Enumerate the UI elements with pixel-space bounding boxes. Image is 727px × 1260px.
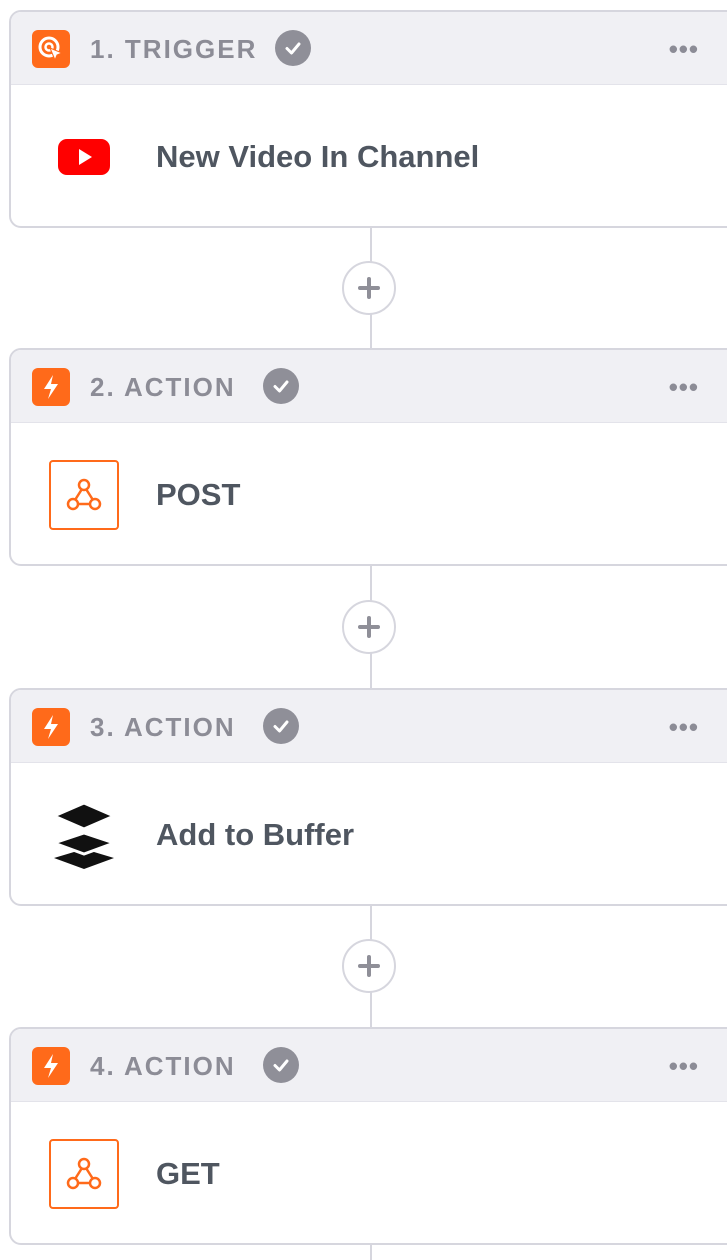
add-step-button[interactable] — [342, 261, 396, 315]
lightning-icon — [32, 708, 70, 746]
check-circle-icon — [263, 368, 299, 404]
step-name: New Video In Channel — [156, 139, 480, 174]
add-step-button[interactable] — [342, 600, 396, 654]
step-body[interactable]: POST — [11, 423, 727, 564]
plus-icon — [358, 277, 380, 299]
more-options-button[interactable]: ••• — [669, 1047, 699, 1085]
step-card-action-4[interactable]: 4. ACTION ••• GET — [9, 1027, 727, 1245]
step-card-action-2[interactable]: 2. ACTION ••• POST — [9, 348, 727, 566]
step-body[interactable]: GET — [11, 1102, 727, 1243]
plus-icon — [358, 955, 380, 977]
trigger-icon — [32, 30, 70, 68]
more-options-button[interactable]: ••• — [669, 30, 699, 68]
step-body[interactable]: Add to Buffer — [11, 763, 727, 904]
check-circle-icon — [275, 30, 311, 66]
check-circle-icon — [263, 1047, 299, 1083]
zap-editor-flow: 1. TRIGGER ••• New Video In Channel 2. A… — [0, 0, 727, 1260]
step-name: POST — [156, 477, 241, 512]
connector-line — [370, 1245, 372, 1260]
add-step-button[interactable] — [342, 939, 396, 993]
more-options-button[interactable]: ••• — [669, 368, 699, 406]
lightning-icon — [32, 1047, 70, 1085]
step-title: 4. ACTION — [90, 1051, 236, 1081]
step-name: GET — [156, 1156, 220, 1191]
youtube-icon — [47, 120, 121, 194]
step-header: 2. ACTION ••• — [11, 350, 727, 423]
step-header: 1. TRIGGER ••• — [11, 12, 727, 85]
step-title: 3. ACTION — [90, 712, 236, 742]
plus-icon — [358, 616, 380, 638]
step-header: 3. ACTION ••• — [11, 690, 727, 763]
step-header: 4. ACTION ••• — [11, 1029, 727, 1102]
webhook-icon — [47, 1137, 121, 1211]
step-body[interactable]: New Video In Channel — [11, 85, 727, 226]
buffer-icon — [47, 798, 121, 872]
webhook-icon — [47, 458, 121, 532]
step-title: 1. TRIGGER — [90, 34, 258, 64]
check-circle-icon — [263, 708, 299, 744]
step-card-action-3[interactable]: 3. ACTION ••• Add to Buffer — [9, 688, 727, 906]
step-card-trigger[interactable]: 1. TRIGGER ••• New Video In Channel — [9, 10, 727, 228]
step-name: Add to Buffer — [156, 817, 355, 852]
lightning-icon — [32, 368, 70, 406]
step-title: 2. ACTION — [90, 372, 236, 402]
more-options-button[interactable]: ••• — [669, 708, 699, 746]
